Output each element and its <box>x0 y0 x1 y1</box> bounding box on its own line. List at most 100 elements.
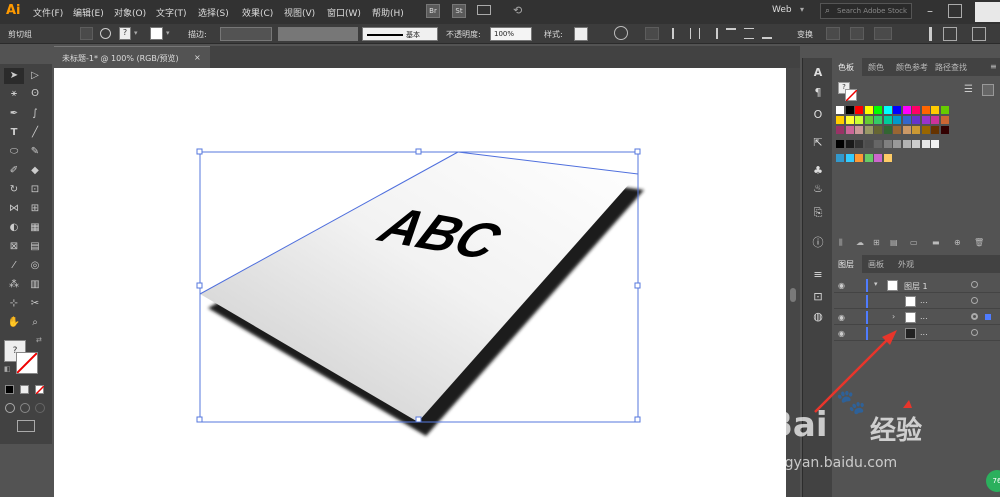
width-tool-icon[interactable]: ⋈ <box>7 202 21 216</box>
menu-view[interactable]: 视图(V) <box>284 6 315 19</box>
scrollbar-thumb[interactable] <box>790 288 796 302</box>
visibility-eye-icon[interactable]: ◉ <box>838 313 848 322</box>
ellipse-tool-icon[interactable]: ⬭ <box>7 145 21 159</box>
chevron-right-icon[interactable]: › <box>892 312 895 321</box>
color-swatch[interactable] <box>845 116 854 124</box>
color-swatch[interactable] <box>864 140 873 148</box>
close-window-button[interactable] <box>975 2 1000 22</box>
scale-tool-icon[interactable]: ⊡ <box>28 183 42 197</box>
fill-swatch[interactable]: ? <box>119 27 131 40</box>
target-circle-icon[interactable] <box>971 329 978 336</box>
transform-panel-icon[interactable]: ⊡ <box>810 290 826 304</box>
color-swatch[interactable] <box>931 106 939 114</box>
color-swatch[interactable] <box>921 140 930 148</box>
symbol-sprayer-tool-icon[interactable]: ⁂ <box>7 278 21 292</box>
layer-row[interactable]: ◉ › ... <box>834 310 1000 325</box>
delete-swatch-icon[interactable]: 🗑 <box>974 238 984 247</box>
draw-behind-icon[interactable] <box>20 403 30 413</box>
opacity-field[interactable]: 100% <box>490 27 532 41</box>
document-tab[interactable]: 未标题-1* @ 100% (RGB/预览) × <box>54 46 210 68</box>
bbox-handle[interactable] <box>415 148 422 155</box>
column-graph-tool-icon[interactable]: ▥ <box>28 278 42 292</box>
tab-pathfinder[interactable]: 路径查找 <box>935 62 967 73</box>
screen-mode-icon[interactable] <box>17 420 35 432</box>
color-swatch[interactable] <box>874 116 882 124</box>
color-swatch[interactable] <box>874 140 882 148</box>
menu-object[interactable]: 对象(O) <box>114 6 146 19</box>
color-swatch[interactable] <box>902 116 911 124</box>
stock-search-box[interactable]: ⌕ Search Adobe Stock <box>820 3 912 19</box>
new-color-group-icon[interactable]: ▬ <box>932 238 940 247</box>
stroke-color-box[interactable] <box>16 352 38 374</box>
color-swatch[interactable] <box>921 116 930 124</box>
bridge-button[interactable]: Br <box>426 4 440 18</box>
swatch-options-icon[interactable]: ▤ <box>890 238 898 247</box>
color-swatch[interactable] <box>883 140 892 148</box>
visibility-eye-icon[interactable]: ◉ <box>838 329 848 338</box>
shaper-tool-icon[interactable]: ✐ <box>7 164 21 178</box>
menu-effect[interactable]: 效果(C) <box>242 6 273 19</box>
line-tool-icon[interactable]: ╱ <box>28 126 42 140</box>
stroke-swatch[interactable] <box>150 27 163 40</box>
character-panel-icon[interactable]: A <box>810 66 826 80</box>
bbox-handle[interactable] <box>196 416 203 423</box>
menu-select[interactable]: 选择(S) <box>198 6 229 19</box>
color-swatch[interactable] <box>893 126 901 134</box>
align-bottom-icon[interactable] <box>762 28 772 39</box>
color-swatch[interactable] <box>921 126 930 134</box>
info-panel-icon[interactable]: ⓘ <box>810 236 826 250</box>
asset-export-panel-icon[interactable]: ⎘ <box>810 206 826 220</box>
color-swatch[interactable] <box>940 126 949 134</box>
gpu-performance-icon[interactable]: ⟲ <box>513 4 522 17</box>
slice-tool-icon[interactable]: ✂ <box>28 297 42 311</box>
color-swatch[interactable] <box>874 106 882 114</box>
swatch-stroke-indicator[interactable] <box>845 89 857 101</box>
color-swatch[interactable] <box>855 140 863 148</box>
sublayer-name[interactable]: ... <box>920 328 928 337</box>
color-swatch[interactable] <box>893 116 901 124</box>
new-swatch-icon[interactable]: ⊕ <box>954 238 961 247</box>
shape-builder-tool-icon[interactable]: ◐ <box>7 221 21 235</box>
color-swatch[interactable] <box>836 116 844 124</box>
menu-edit[interactable]: 编辑(E) <box>73 6 104 19</box>
menu-window[interactable]: 窗口(W) <box>327 6 361 19</box>
target-circle-icon[interactable] <box>971 313 978 320</box>
color-swatch[interactable] <box>864 126 873 134</box>
graphic-style-swatch[interactable] <box>574 27 588 41</box>
draw-normal-icon[interactable] <box>5 403 15 413</box>
color-swatch[interactable] <box>855 106 863 114</box>
selected-art-indicator[interactable] <box>985 314 991 320</box>
menu-type[interactable]: 文字(T) <box>156 6 187 19</box>
artboard-canvas[interactable]: ABC <box>54 68 786 497</box>
color-swatch[interactable] <box>874 154 882 162</box>
color-swatch[interactable] <box>864 106 873 114</box>
paragraph-panel-icon[interactable]: ¶ <box>810 86 826 100</box>
layer-row[interactable]: ... <box>834 294 1000 309</box>
color-mode-icon[interactable] <box>5 385 14 394</box>
color-swatch[interactable] <box>902 106 911 114</box>
swatch-libraries-icon[interactable]: ⫼ <box>839 238 843 248</box>
workspace-switcher[interactable]: Web <box>772 5 792 15</box>
brushes-panel-icon[interactable]: ♨ <box>810 182 826 196</box>
color-swatch[interactable] <box>836 126 844 134</box>
panel-menu-icon[interactable] <box>916 27 932 41</box>
tab-layers[interactable]: 图层 <box>838 259 854 270</box>
rotate-tool-icon[interactable]: ↻ <box>7 183 21 197</box>
blend-tool-icon[interactable]: ◎ <box>28 259 42 273</box>
artboard-tool-icon[interactable]: ⊹ <box>7 297 21 311</box>
show-kinds-icon[interactable]: ⊞ <box>873 238 880 247</box>
align-top-icon[interactable] <box>726 28 736 39</box>
default-colors-icon[interactable]: ◧ <box>4 365 11 373</box>
symbols-panel-icon[interactable]: ♣ <box>810 164 826 178</box>
color-swatch[interactable] <box>855 154 863 162</box>
color-swatch[interactable] <box>912 140 920 148</box>
paintbrush-tool-icon[interactable]: ✎ <box>28 145 42 159</box>
bbox-handle[interactable] <box>634 148 641 155</box>
direct-selection-tool-icon[interactable]: ▷ <box>28 69 42 83</box>
panel-menu-icon[interactable]: ≡ <box>990 62 997 71</box>
zoom-tool-icon[interactable]: ⌕ <box>28 316 42 330</box>
arrange-documents-icon[interactable] <box>477 5 491 15</box>
tab-appearance[interactable]: 外观 <box>898 259 914 270</box>
opentype-panel-icon[interactable]: O <box>810 108 826 122</box>
bbox-handle[interactable] <box>196 148 203 155</box>
